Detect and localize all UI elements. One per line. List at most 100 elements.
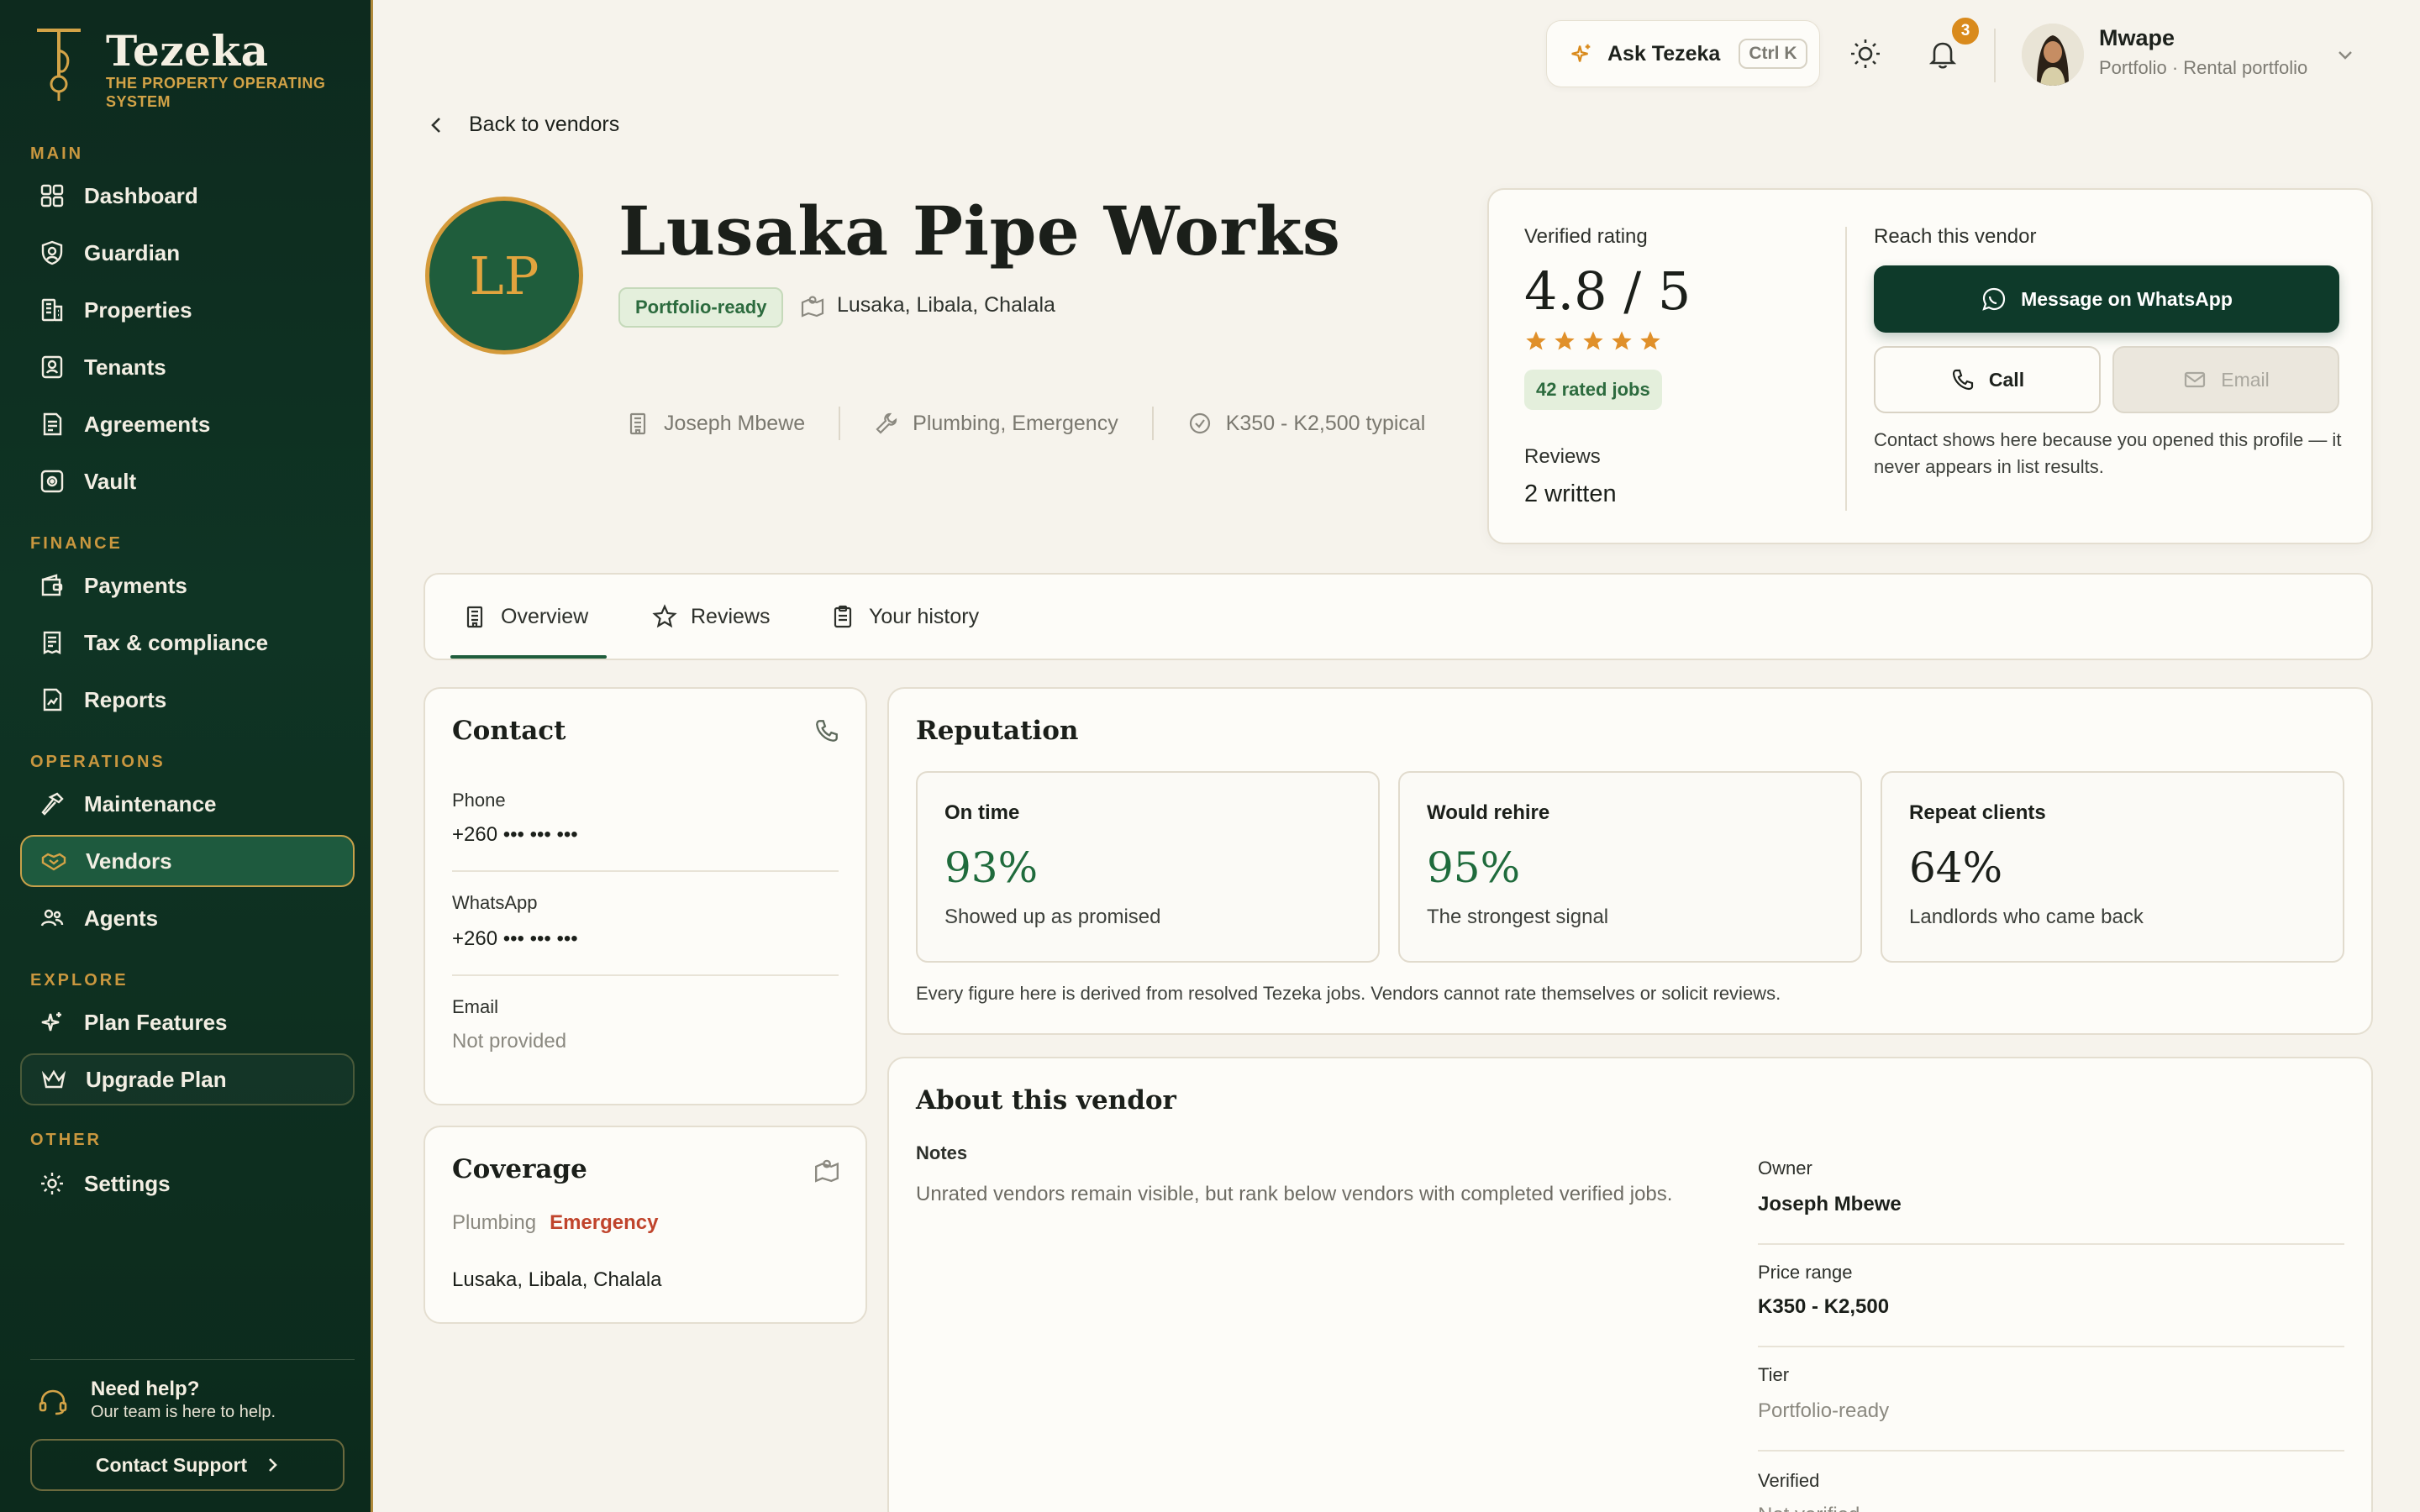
owner-label: Owner [1758, 1158, 1812, 1179]
contact-support-button[interactable]: Contact Support [30, 1439, 345, 1491]
price-range-label: Price range [1758, 1262, 1853, 1283]
sidebar-item-dashboard[interactable]: Dashboard [20, 170, 355, 222]
sparkle-icon [1571, 44, 1591, 62]
nav-section-operations: OPERATIONS [30, 753, 166, 771]
price-range-value: K350 - K2,500 [1758, 1295, 1890, 1318]
clipboard-icon [834, 605, 852, 628]
vendor-price: K350 - K2,500 typical [1187, 411, 1425, 436]
sidebar-item-vendors[interactable]: Vendors [20, 835, 355, 887]
stat-subtitle: Landlords who came back [1909, 906, 2144, 928]
divider [452, 870, 839, 872]
sidebar-item-upgrade-plan[interactable]: Upgrade Plan [20, 1053, 355, 1105]
sidebar-item-maintenance[interactable]: Maintenance [20, 778, 355, 830]
stat-would-rehire: Would rehire 95% The strongest signal [1398, 771, 1862, 963]
wallet-icon [41, 574, 63, 596]
user-name: Mwape [2099, 25, 2175, 50]
service-tag-plumbing: Plumbing [452, 1211, 537, 1234]
phone-icon [816, 720, 838, 742]
tab-your-history[interactable]: Your history [830, 575, 979, 659]
sidebar-item-tenants[interactable]: Tenants [20, 341, 355, 393]
user-subtitle: Portfolio · Rental portfolio [2099, 57, 2308, 78]
vendor-location: Lusaka, Libala, Chalala [800, 292, 1055, 318]
reach-vendor-label: Reach this vendor [1874, 225, 2037, 248]
tier-badge: Portfolio-ready [618, 287, 784, 328]
phone-value: +260 ••• ••• ••• [452, 823, 578, 846]
map-icon [801, 296, 824, 318]
sidebar: Tezeka The property operating system MAI… [0, 0, 373, 1512]
reputation-title: Reputation [916, 716, 1079, 746]
sidebar-item-label: Settings [84, 1170, 171, 1196]
sidebar-item-tax-compliance[interactable]: Tax & compliance [20, 617, 355, 669]
check-circle-icon [1189, 412, 1210, 434]
sidebar-item-reports[interactable]: Reports [20, 674, 355, 726]
brand[interactable]: Tezeka The property operating system [34, 25, 350, 111]
sidebar-item-label: Agents [84, 905, 159, 931]
nav-section-explore: EXPLORE [30, 971, 129, 990]
avatar[interactable] [2022, 24, 2084, 86]
chevron-down-icon[interactable] [2333, 42, 2358, 67]
sidebar-item-properties[interactable]: Properties [20, 284, 355, 336]
email-value: Not provided [452, 1030, 567, 1053]
sidebar-item-label: Vendors [86, 848, 172, 874]
nav-section-main: MAIN [30, 144, 84, 163]
email-button[interactable]: Email [2112, 346, 2339, 413]
sidebar-item-label: Dashboard [84, 182, 198, 208]
grid-icon [40, 184, 64, 207]
sidebar-item-label: Upgrade Plan [86, 1066, 227, 1092]
sidebar-item-settings[interactable]: Settings [20, 1158, 355, 1210]
chevron-right-icon [269, 1458, 277, 1472]
tab-reviews[interactable]: Reviews [652, 575, 770, 659]
verified-label: Verified [1758, 1470, 1820, 1491]
contact-visibility-note: Contact shows here because you opened th… [1874, 429, 2342, 477]
sidebar-item-label: Plan Features [84, 1009, 228, 1035]
star-icon [1640, 331, 1660, 350]
sidebar-item-agreements[interactable]: Agreements [20, 398, 355, 450]
sun-icon[interactable] [1847, 35, 1884, 72]
stat-title: On time [944, 801, 1020, 824]
coverage-areas: Lusaka, Libala, Chalala [452, 1268, 662, 1291]
coverage-services: Plumbing Emergency [452, 1211, 658, 1235]
user-avatar-image [2022, 24, 2084, 86]
stat-subtitle: Showed up as promised [944, 906, 1161, 928]
map-icon [815, 1159, 839, 1183]
sidebar-item-label: Agreements [84, 411, 211, 437]
whatsapp-button[interactable]: Message on WhatsApp [1874, 265, 2339, 333]
divider [452, 974, 839, 976]
sidebar-item-agents[interactable]: Agents [20, 892, 355, 944]
about-title: About this vendor [916, 1085, 1176, 1116]
tier-value: Portfolio-ready [1758, 1399, 1890, 1422]
nav-section-other: OTHER [30, 1131, 102, 1149]
receipt-icon [43, 631, 61, 654]
ask-tezeka-label: Ask Tezeka [1607, 41, 1721, 66]
sidebar-item-payments[interactable]: Payments [20, 559, 355, 612]
rating-card: Verified rating 4.8 / 5 42 rated jobs Re… [1487, 188, 2373, 544]
vendor-services: Plumbing, Emergency [874, 411, 1118, 436]
call-button[interactable]: Call [1874, 346, 2101, 413]
sidebar-item-label: Maintenance [84, 790, 217, 816]
stat-on-time: On time 93% Showed up as promised [916, 771, 1380, 963]
sidebar-item-label: Guardian [84, 239, 181, 265]
keyboard-shortcut: Ctrl K [1739, 39, 1807, 69]
sidebar-item-plan-features[interactable]: Plan Features [20, 996, 355, 1048]
service-tag-emergency: Emergency [550, 1211, 659, 1234]
tab-label: Your history [869, 604, 980, 628]
brand-name: Tezeka [106, 26, 269, 76]
back-to-vendors-link[interactable]: Back to vendors [427, 113, 619, 137]
tab-overview[interactable]: Overview [462, 575, 588, 659]
notes-text: Unrated vendors remain visible, but rank… [916, 1183, 1673, 1205]
tab-label: Reviews [691, 604, 771, 628]
whatsapp-label: WhatsApp [452, 892, 538, 913]
sidebar-divider [30, 1359, 355, 1360]
sidebar-item-guardian[interactable]: Guardian [20, 227, 355, 279]
verified-value: Not verified [1758, 1504, 1860, 1512]
contact-support-label: Contact Support [95, 1453, 248, 1476]
contact-card: Contact Phone +260 ••• ••• ••• WhatsApp … [424, 687, 867, 1105]
sidebar-item-vault[interactable]: Vault [20, 455, 355, 507]
email-label: Email [2221, 368, 2270, 391]
sidebar-item-label: Tax & compliance [84, 629, 269, 655]
hammer-icon [41, 792, 64, 816]
stat-value: 93% [944, 843, 1039, 892]
help-block: Need help? Our team is here to help. [37, 1378, 276, 1422]
brand-tagline: The property operating system [106, 75, 326, 110]
ask-tezeka-button[interactable]: Ask Tezeka Ctrl K [1546, 20, 1820, 87]
